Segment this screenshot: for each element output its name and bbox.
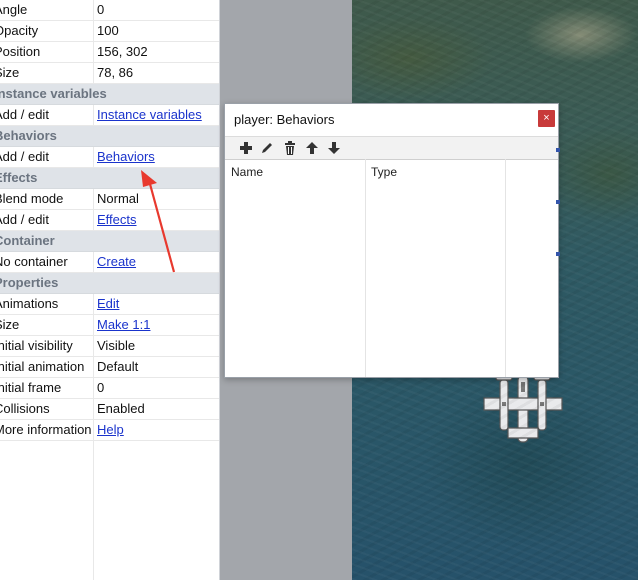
properties-panel: Angle0Opacity100Position156, 302Size78, … — [0, 0, 220, 580]
property-row[interactable]: Position156, 302 — [0, 42, 219, 63]
property-value: 78, 86 — [97, 65, 134, 80]
property-name: Initial animation — [0, 357, 94, 377]
property-link[interactable]: Help — [97, 420, 217, 440]
property-row[interactable]: Add / editBehaviors — [0, 147, 219, 168]
column-divider[interactable] — [365, 159, 366, 377]
property-name: Size — [0, 315, 94, 335]
property-value: Default — [97, 359, 139, 374]
column-header-name[interactable]: Name — [231, 165, 263, 179]
grid-column-divider — [93, 441, 94, 580]
property-name: Opacity — [0, 21, 94, 41]
category-label: Container — [0, 233, 55, 248]
property-row[interactable]: Add / editInstance variables — [0, 105, 219, 126]
property-row[interactable]: Size78, 86 — [0, 63, 219, 84]
property-name: Add / edit — [0, 210, 94, 230]
property-name: Add / edit — [0, 105, 94, 125]
property-row[interactable]: Angle0 — [0, 0, 219, 21]
property-value: Visible — [97, 338, 136, 353]
selection-handle[interactable] — [556, 148, 560, 152]
category-row[interactable]: Effects — [0, 168, 219, 189]
dialog-title: player: Behaviors — [234, 112, 335, 127]
category-label: Behaviors — [0, 128, 57, 143]
property-grid: Angle0Opacity100Position156, 302Size78, … — [0, 0, 219, 441]
column-header-type[interactable]: Type — [371, 165, 397, 179]
column-divider[interactable] — [505, 159, 506, 377]
selection-handle[interactable] — [556, 200, 560, 204]
property-row[interactable]: Initial frame 0 — [0, 378, 219, 399]
behaviors-dialog: player: Behaviors × Name Type — [224, 103, 560, 378]
property-name: Angle — [0, 0, 94, 20]
property-name: Size — [0, 63, 94, 83]
property-link[interactable]: Create — [97, 252, 217, 272]
property-name: Initial visibility — [0, 336, 94, 356]
property-row[interactable]: Initial animation Default — [0, 357, 219, 378]
property-value: Enabled — [97, 401, 145, 416]
property-link[interactable]: Effects — [97, 210, 217, 230]
property-row[interactable]: Animations Edit — [0, 294, 219, 315]
property-name: Initial frame — [0, 378, 94, 398]
property-link[interactable]: Behaviors — [97, 147, 217, 167]
category-label: Effects — [0, 170, 38, 185]
move-down-icon[interactable] — [326, 140, 342, 156]
property-name: Position — [0, 42, 94, 62]
property-row[interactable]: Initial visibility Visible — [0, 336, 219, 357]
property-value: 0 — [97, 2, 105, 17]
property-name: Blend mode — [0, 189, 94, 209]
behaviors-list[interactable]: Name Type — [225, 159, 558, 377]
property-name: No container — [0, 252, 94, 272]
close-button[interactable]: × — [538, 110, 555, 127]
player-plane-sprite[interactable] — [482, 372, 564, 448]
edit-icon[interactable] — [259, 140, 275, 156]
add-icon[interactable] — [238, 140, 254, 156]
property-value: 100 — [97, 23, 119, 38]
property-row[interactable]: Add / editEffects — [0, 210, 219, 231]
property-value: 156, 302 — [97, 44, 148, 59]
selection-handle[interactable] — [556, 252, 560, 256]
category-label: Instance variables — [0, 86, 107, 101]
category-row[interactable]: Behaviors — [0, 126, 219, 147]
property-row[interactable]: No container Create — [0, 252, 219, 273]
delete-icon[interactable] — [282, 140, 298, 156]
dialog-toolbar — [225, 136, 558, 160]
move-up-icon[interactable] — [304, 140, 320, 156]
property-name: Collisions — [0, 399, 94, 419]
property-row[interactable]: SizeMake 1:1 — [0, 315, 219, 336]
property-name: Add / edit — [0, 147, 94, 167]
property-row[interactable]: More information Help — [0, 420, 219, 441]
property-row[interactable]: Blend mode Normal — [0, 189, 219, 210]
category-row[interactable]: Container — [0, 231, 219, 252]
category-row[interactable]: Instance variables — [0, 84, 219, 105]
category-row[interactable]: Properties — [0, 273, 219, 294]
property-value: 0 — [97, 380, 105, 395]
property-name: More information — [0, 420, 94, 440]
property-link[interactable]: Make 1:1 — [97, 315, 217, 335]
category-label: Properties — [0, 275, 59, 290]
property-link[interactable]: Instance variables — [97, 105, 217, 125]
property-row[interactable]: Opacity100 — [0, 21, 219, 42]
property-name: Animations — [0, 294, 94, 314]
property-link[interactable]: Edit — [97, 294, 217, 314]
property-row[interactable]: CollisionsEnabled — [0, 399, 219, 420]
property-value: Normal — [97, 191, 139, 206]
